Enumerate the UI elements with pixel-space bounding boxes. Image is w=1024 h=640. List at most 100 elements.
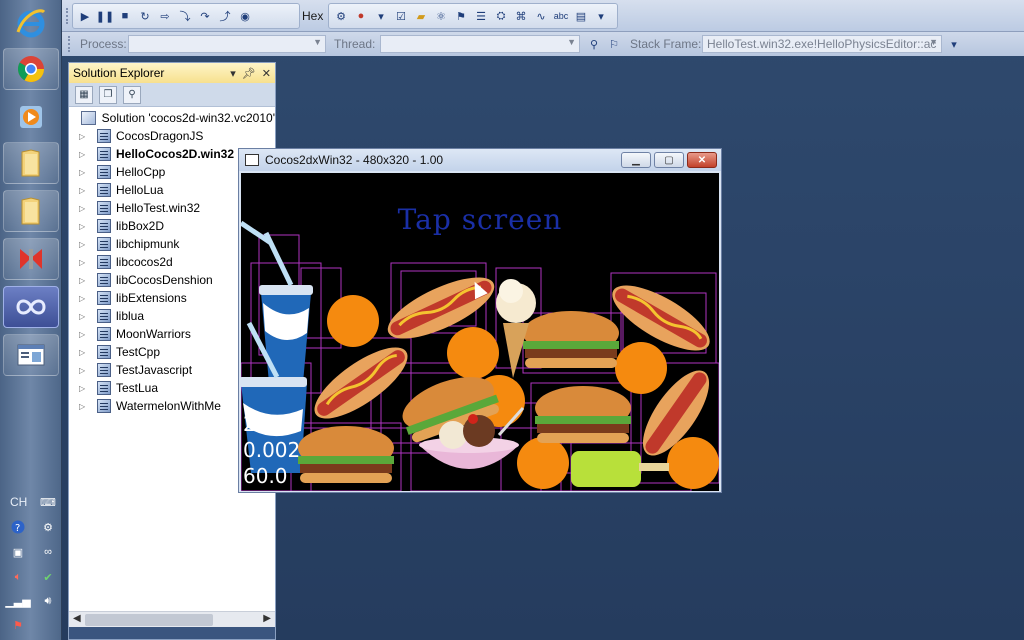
chrome-taskbar-button[interactable] [3, 48, 59, 90]
expand-arrow-icon[interactable]: ▷ [79, 186, 91, 195]
folder-icon [21, 197, 40, 225]
settings-small-icon[interactable]: ⚙ [40, 520, 56, 534]
window-taskbar-button[interactable] [3, 334, 59, 376]
solution-label: Solution 'cocos2d-win32.vc2010' [101, 111, 275, 125]
panel-menu-icon[interactable]: ▾ [230, 67, 236, 80]
task-list-icon[interactable]: ☑ [393, 8, 409, 24]
watch-icon[interactable]: ⌘ [513, 8, 529, 24]
hex-button[interactable]: Hex [298, 9, 327, 23]
project-icon [97, 345, 111, 359]
signal-bars-icon[interactable]: ▁▃▅ [5, 594, 30, 608]
expand-arrow-icon[interactable]: ▷ [79, 132, 91, 141]
flag-thread-icon[interactable]: ⚐ [606, 36, 622, 52]
modules-icon[interactable]: ⚛ [433, 8, 449, 24]
expand-arrow-icon[interactable]: ▷ [79, 258, 91, 267]
stop-debugging-icon[interactable]: ■ [117, 8, 133, 24]
expand-arrow-icon[interactable]: ▷ [79, 168, 91, 177]
chevron-down-icon[interactable]: ▾ [373, 8, 389, 24]
scroll-right-icon[interactable]: ▶ [263, 613, 271, 624]
restart-icon[interactable]: ↻ [137, 8, 153, 24]
expand-arrow-icon[interactable]: ▷ [79, 312, 91, 321]
spell-check-icon[interactable]: abc [553, 8, 569, 24]
expand-arrow-icon[interactable]: ▷ [79, 294, 91, 303]
expand-arrow-icon[interactable]: ▷ [79, 348, 91, 357]
process-dropdown[interactable]: ▼ [128, 35, 326, 53]
threads-icon[interactable]: ⚙ [333, 8, 349, 24]
step-over-icon[interactable]: ↷ [197, 8, 213, 24]
tray-row-5: ⚑ [10, 616, 56, 634]
thread-dropdown[interactable]: ▼ [380, 35, 580, 53]
folder-taskbar-button-2[interactable] [3, 190, 59, 232]
security-check-icon[interactable]: ✔ [40, 570, 56, 584]
close-icon[interactable]: ✕ [262, 67, 271, 80]
game-canvas[interactable]: Tap screen 284 0.002 60.0 [241, 173, 719, 491]
fps-stats: 284 0.002 60.0 [243, 411, 300, 489]
app-taskbar-button[interactable] [3, 238, 59, 280]
expand-arrow-icon[interactable]: ▷ [79, 366, 91, 375]
network-icon[interactable]: ▣ [10, 545, 26, 559]
expand-arrow-icon[interactable]: ▷ [79, 222, 91, 231]
media-player-taskbar-button[interactable] [3, 96, 59, 138]
call-stack-icon[interactable]: ☰ [473, 8, 489, 24]
scrollbar-thumb[interactable] [85, 614, 213, 626]
stat-frame-time: 0.002 [243, 438, 301, 462]
horizontal-scrollbar[interactable]: ◀ ▶ [69, 611, 275, 627]
disassembly-icon[interactable]: ▤ [573, 8, 589, 24]
expand-arrow-icon[interactable]: ▷ [79, 240, 91, 249]
volume-icon[interactable]: 🔊︎ [40, 594, 56, 608]
project-label: HelloCpp [116, 165, 166, 179]
breakpoint-window-icon[interactable]: ◉ [237, 8, 253, 24]
properties-icon[interactable]: ▦ [75, 85, 93, 104]
memory-icon[interactable]: ∿ [533, 8, 549, 24]
filter-icon[interactable]: ⚲ [586, 36, 602, 52]
chevron-down-icon: ▼ [929, 37, 938, 47]
step-out-icon[interactable]: ⤴ [217, 8, 233, 24]
show-next-statement-icon[interactable]: ⇨ [157, 8, 173, 24]
keyboard-icon[interactable]: ⌨ [40, 495, 56, 509]
toolbar-grip[interactable] [68, 36, 72, 52]
flag-icon[interactable]: ⚑ [10, 618, 26, 632]
thread-label: Thread: [334, 37, 376, 51]
language-indicator[interactable]: CH [10, 495, 27, 509]
toolbar-overflow-icon[interactable]: ▾ [946, 36, 962, 52]
solution-root[interactable]: Solution 'cocos2d-win32.vc2010' [69, 109, 275, 127]
show-all-files-icon[interactable]: ❐ [99, 85, 117, 104]
visual-studio-taskbar-button[interactable] [3, 286, 59, 328]
toolbar-overflow-icon[interactable]: ▾ [593, 8, 609, 24]
maximize-button[interactable]: ▢ [654, 152, 684, 168]
step-into-icon[interactable]: ⤵ [177, 8, 193, 24]
bookmark-icon[interactable]: ⚑ [453, 8, 469, 24]
infinity-tray-icon[interactable]: ∞ [40, 545, 56, 559]
expand-arrow-icon[interactable]: ▷ [79, 150, 91, 159]
project-item[interactable]: ▷ CocosDragonJS [69, 127, 275, 145]
break-all-icon[interactable]: ❚❚ [96, 8, 114, 24]
expand-arrow-icon[interactable]: ▷ [79, 330, 91, 339]
toolbar-grip[interactable] [66, 8, 70, 24]
project-icon [97, 237, 111, 251]
stat-fps: 60.0 [243, 464, 288, 488]
svg-text:?: ? [15, 523, 20, 534]
continue-icon[interactable]: ▶ [77, 8, 93, 24]
refresh-icon[interactable]: ⚲ [123, 85, 141, 104]
expand-arrow-icon[interactable]: ▷ [79, 276, 91, 285]
open-folder-icon[interactable]: ▰ [413, 8, 429, 24]
pin-icon[interactable]: 📌︎ [242, 67, 256, 80]
project-icon [97, 291, 111, 305]
expand-arrow-icon[interactable]: ▷ [79, 384, 91, 393]
breakpoint-dropdown-icon[interactable]: ● [353, 8, 369, 24]
folder-taskbar-button-1[interactable] [3, 142, 59, 184]
close-button[interactable]: ✕ [687, 152, 717, 168]
tap-screen-label: Tap screen [397, 203, 563, 236]
speaker-muted-icon[interactable]: 🔈︎ [10, 570, 26, 584]
stack-frame-dropdown[interactable]: HelloTest.win32.exe!HelloPhysicsEditor::… [702, 35, 942, 53]
popsicle [571, 451, 669, 487]
game-window-titlebar[interactable]: Cocos2dxWin32 - 480x320 - 1.00 ▁ ▢ ✕ [239, 149, 721, 171]
internet-explorer-taskbar-button[interactable] [3, 2, 59, 44]
help-icon[interactable]: ? [10, 520, 26, 534]
registers-icon[interactable]: ⛭ [493, 8, 509, 24]
minimize-button[interactable]: ▁ [621, 152, 651, 168]
scroll-left-icon[interactable]: ◀ [73, 613, 81, 624]
expand-arrow-icon[interactable]: ▷ [79, 402, 91, 411]
project-label: MoonWarriors [116, 327, 191, 341]
expand-arrow-icon[interactable]: ▷ [79, 204, 91, 213]
